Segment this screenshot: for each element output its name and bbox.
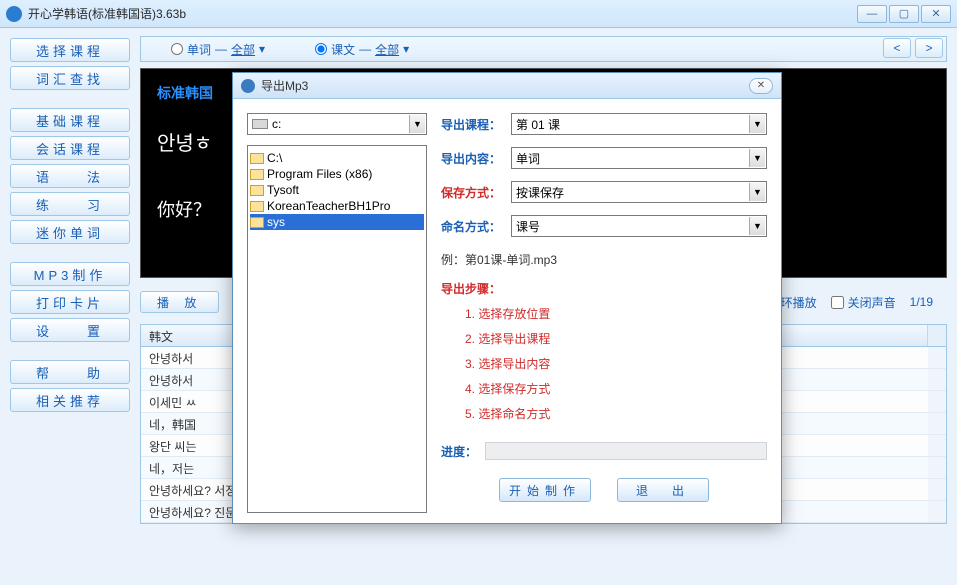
mute-checkbox[interactable]: 关闭声音: [831, 294, 896, 311]
naming-example: 例：第01课-单词.mp3: [441, 251, 767, 268]
chevron-down-icon: ▼: [749, 217, 765, 235]
steps-list: 1. 选择存放位置 2. 选择导出课程 3. 选择导出内容 4. 选择保存方式 5. 选…: [441, 305, 767, 430]
sidebar-help[interactable]: 帮 助: [10, 360, 130, 384]
minimize-button[interactable]: —: [857, 5, 887, 23]
label-export-course: 导出课程：: [441, 116, 511, 133]
tree-node[interactable]: Program Files (x86): [250, 166, 424, 182]
export-mp3-dialog: 导出Mp3 ✕ c: ▼ C:\ Program Files (x86) Tys…: [232, 72, 782, 524]
dialog-icon: [241, 79, 255, 93]
folder-tree[interactable]: C:\ Program Files (x86) Tysoft KoreanTea…: [247, 145, 427, 513]
tree-node-selected[interactable]: sys: [250, 214, 424, 230]
play-counter: 1/19: [910, 295, 933, 309]
close-button[interactable]: ✕: [921, 5, 951, 23]
step-item: 1. 选择存放位置: [465, 305, 767, 322]
select-export-content[interactable]: 单词▼: [511, 147, 767, 169]
filter-word-radio[interactable]: 单词 — 全部 ▾: [171, 41, 265, 58]
chevron-down-icon: ▼: [409, 115, 425, 133]
label-naming: 命名方式：: [441, 218, 511, 235]
filter-bar: 单词 — 全部 ▾ 课文 — 全部 ▾: [140, 36, 947, 62]
play-button[interactable]: 播 放: [140, 291, 219, 313]
select-save-mode[interactable]: 按课保存▼: [511, 181, 767, 203]
select-export-course[interactable]: 第 01 课▼: [511, 113, 767, 135]
sidebar-settings[interactable]: 设 置: [10, 318, 130, 342]
window-titlebar: 开心学韩语(标准韩国语)3.63b — ▢ ✕: [0, 0, 957, 28]
label-save-mode: 保存方式：: [441, 184, 511, 201]
progress-label: 进度：: [441, 443, 477, 460]
exit-dialog-button[interactable]: 退 出: [617, 478, 709, 502]
chevron-down-icon: ▼: [749, 115, 765, 133]
chevron-down-icon: ▼: [749, 183, 765, 201]
sidebar-practice[interactable]: 练 习: [10, 192, 130, 216]
sidebar-grammar[interactable]: 语 法: [10, 164, 130, 188]
select-naming[interactable]: 课号▼: [511, 215, 767, 237]
window-title: 开心学韩语(标准韩国语)3.63b: [28, 5, 186, 22]
sidebar-related[interactable]: 相关推荐: [10, 388, 130, 412]
step-item: 2. 选择导出课程: [465, 330, 767, 347]
sidebar-vocab-search[interactable]: 词汇查找: [10, 66, 130, 90]
tree-node[interactable]: Tysoft: [250, 182, 424, 198]
label-export-content: 导出内容：: [441, 150, 511, 167]
steps-title: 导出步骤：: [441, 280, 767, 297]
grid-scroll-head: [928, 325, 946, 346]
sidebar-mini-words[interactable]: 迷你单词: [10, 220, 130, 244]
step-item: 4. 选择保存方式: [465, 380, 767, 397]
prev-button[interactable]: <: [883, 38, 911, 58]
maximize-button[interactable]: ▢: [889, 5, 919, 23]
next-button[interactable]: >: [915, 38, 943, 58]
progress-bar: [485, 442, 767, 460]
step-item: 3. 选择导出内容: [465, 355, 767, 372]
sidebar-select-course[interactable]: 选择课程: [10, 38, 130, 62]
tree-node[interactable]: KoreanTeacherBH1Pro: [250, 198, 424, 214]
step-item: 5. 选择命名方式: [465, 405, 767, 422]
sidebar: 选择课程 词汇查找 基础课程 会话课程 语 法 练 习 迷你单词 MP3制作 打…: [0, 28, 140, 585]
chevron-down-icon: ▼: [749, 149, 765, 167]
start-export-button[interactable]: 开始制作: [499, 478, 591, 502]
sidebar-print-cards[interactable]: 打印卡片: [10, 290, 130, 314]
drive-icon: [252, 119, 268, 129]
dialog-title: 导出Mp3: [261, 77, 308, 94]
filter-text-radio[interactable]: 课文 — 全部 ▾: [315, 41, 409, 58]
app-icon: [6, 6, 22, 22]
sidebar-conversation[interactable]: 会话课程: [10, 136, 130, 160]
sidebar-basic-course[interactable]: 基础课程: [10, 108, 130, 132]
sidebar-mp3-make[interactable]: MP3制作: [10, 262, 130, 286]
drive-select[interactable]: c: ▼: [247, 113, 427, 135]
dialog-close-button[interactable]: ✕: [749, 78, 773, 94]
tree-root[interactable]: C:\: [250, 150, 424, 166]
